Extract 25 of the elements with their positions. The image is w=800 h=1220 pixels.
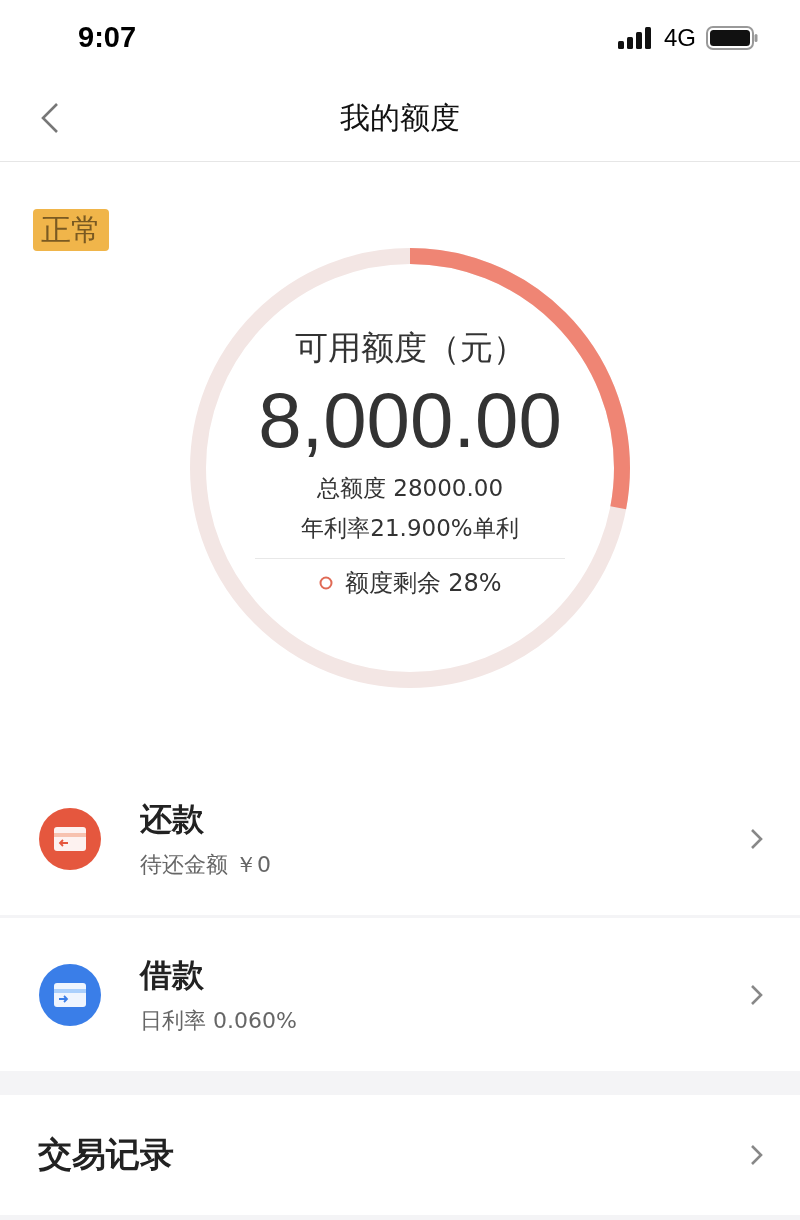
action-title: 还款 xyxy=(140,798,205,840)
records-row[interactable]: 交易记录 xyxy=(0,1095,800,1215)
action-title: 借款 xyxy=(140,954,205,996)
back-icon[interactable] xyxy=(40,102,60,134)
available-label: 可用额度（元） xyxy=(294,327,526,369)
chevron-right-icon xyxy=(750,983,764,1006)
card-icon xyxy=(38,962,102,1027)
annual-rate: 年利率21.900%单利 xyxy=(301,514,519,543)
status-badge: 正常 xyxy=(33,209,109,251)
page-title: 我的额度 xyxy=(340,98,460,137)
action-subtitle: 待还金额 ￥0 xyxy=(140,850,272,879)
battery-icon xyxy=(706,25,758,50)
available-amount: 8,000.00 xyxy=(258,375,562,466)
chevron-right-icon xyxy=(750,827,764,850)
signal-icon xyxy=(618,26,654,49)
action-row[interactable]: 借款 日利率 0.060% xyxy=(0,918,800,1071)
action-row[interactable]: 还款 待还金额 ￥0 xyxy=(0,762,800,915)
network-label: 4G xyxy=(664,23,696,52)
chevron-right-icon xyxy=(750,1144,764,1166)
remaining-label: 额度剩余 28% xyxy=(344,568,502,599)
action-subtitle: 日利率 0.060% xyxy=(140,1006,298,1035)
card-icon xyxy=(38,806,102,871)
status-time: 9:07 xyxy=(78,21,137,54)
total-quota: 总额度 28000.00 xyxy=(316,474,504,503)
circle-icon xyxy=(318,576,333,590)
